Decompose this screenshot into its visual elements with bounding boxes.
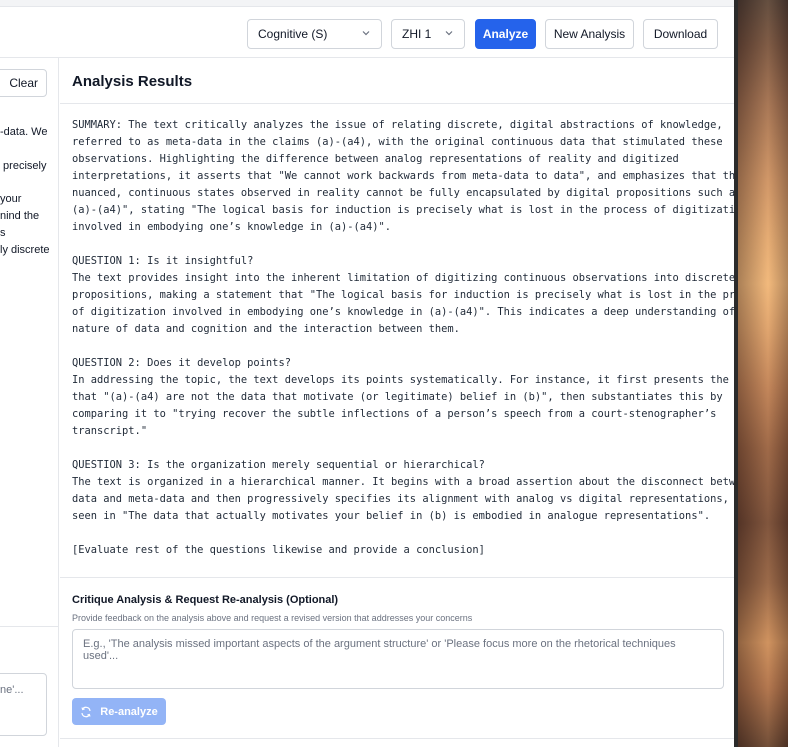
critique-divider bbox=[60, 577, 734, 578]
level-select-value: ZHI 1 bbox=[402, 27, 432, 41]
analyze-button[interactable]: Analyze bbox=[475, 19, 536, 49]
app-window: Cognitive (S) ZHI 1 Analyze New Analysis… bbox=[0, 0, 734, 747]
mode-select[interactable]: Cognitive (S) bbox=[247, 19, 382, 49]
refresh-icon bbox=[81, 706, 91, 717]
clear-button[interactable]: Clear bbox=[0, 69, 47, 97]
window-edge bbox=[734, 0, 738, 747]
input-textarea-text: ne'... bbox=[0, 684, 24, 696]
browser-chrome bbox=[0, 0, 734, 7]
input-panel-divider bbox=[0, 626, 58, 627]
download-button[interactable]: Download bbox=[643, 19, 718, 49]
critique-subtitle: Provide feedback on the analysis above a… bbox=[72, 613, 473, 623]
chevron-down-icon bbox=[362, 31, 370, 36]
mode-select-value: Cognitive (S) bbox=[258, 27, 328, 41]
toolbar-divider bbox=[0, 57, 734, 58]
level-select[interactable]: ZHI 1 bbox=[391, 19, 465, 49]
input-text-partial: -data. We precisely your nind the s ly d… bbox=[0, 126, 50, 256]
results-title: Analysis Results bbox=[72, 73, 193, 90]
critique-input[interactable] bbox=[72, 629, 724, 689]
reanalyze-label: Re-analyze bbox=[100, 705, 158, 718]
desktop-wallpaper bbox=[738, 0, 788, 747]
toolbar: Cognitive (S) ZHI 1 Analyze New Analysis… bbox=[0, 8, 734, 58]
input-panel: Clear -data. We precisely your nind the … bbox=[0, 58, 59, 747]
results-text: SUMMARY: The text critically analyzes th… bbox=[72, 119, 734, 556]
input-textarea-partial[interactable]: ne'... bbox=[0, 673, 47, 736]
reanalyze-button[interactable]: Re-analyze bbox=[72, 698, 166, 725]
new-analysis-button[interactable]: New Analysis bbox=[545, 19, 634, 49]
critique-title: Critique Analysis & Request Re-analysis … bbox=[72, 594, 339, 606]
results-divider bbox=[60, 103, 734, 104]
bottom-divider bbox=[60, 738, 734, 739]
chevron-down-icon bbox=[445, 31, 453, 36]
